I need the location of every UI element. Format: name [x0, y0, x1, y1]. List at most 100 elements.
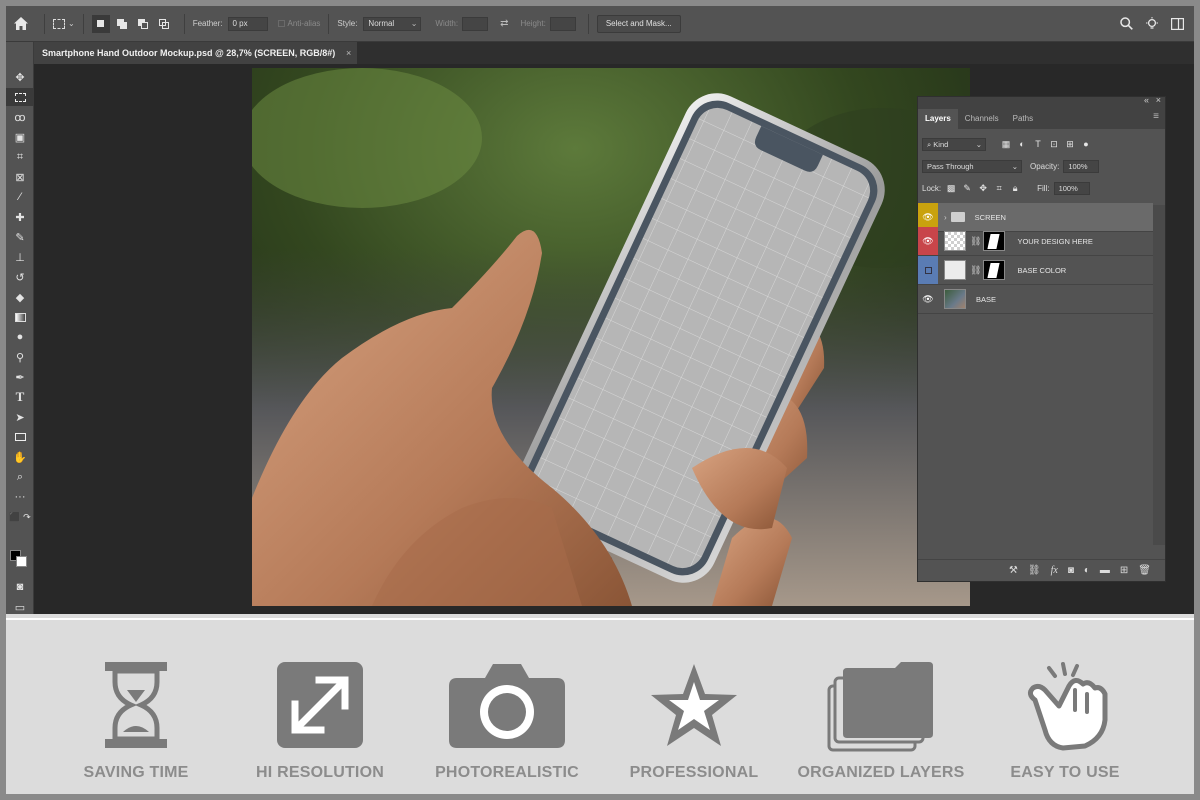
- lock-artboard-icon[interactable]: ⌗: [993, 183, 1005, 194]
- layer-row-your-design-here[interactable]: 👁︎ ⛓︎ YOUR DESIGN HERE: [918, 227, 1153, 256]
- layer-list: 👁︎ › SCREEN 👁︎ ⛓︎ YOUR DESIGN HERE ⛓︎ BA…: [918, 203, 1154, 314]
- subtract-from-selection-button[interactable]: [134, 15, 152, 33]
- home-icon[interactable]: [6, 17, 36, 30]
- search-icon: ⌕: [927, 139, 932, 149]
- marquee-tool-preset-icon[interactable]: ⌄: [53, 18, 75, 29]
- filter-toggle-icon[interactable]: ●: [1080, 139, 1092, 149]
- lock-image-icon[interactable]: ✎: [961, 183, 973, 194]
- layer-mask-thumbnail[interactable]: [983, 260, 1006, 280]
- default-colors-icon[interactable]: ⬛ ↷: [6, 508, 34, 526]
- visibility-toggle[interactable]: [918, 256, 938, 284]
- brush-tool-icon[interactable]: ✎: [6, 228, 34, 246]
- lock-transparent-icon[interactable]: ▩: [945, 183, 957, 194]
- fx-icon[interactable]: fx: [1051, 565, 1058, 576]
- chevron-right-icon[interactable]: ›: [944, 213, 947, 222]
- new-layer-icon[interactable]: ⊞: [1120, 565, 1128, 576]
- tab-paths[interactable]: Paths: [1006, 109, 1040, 129]
- close-panel-icon[interactable]: ×: [1156, 95, 1161, 105]
- add-mask-icon[interactable]: ◙: [1068, 565, 1074, 576]
- trash-icon[interactable]: 🗑︎: [1138, 565, 1151, 576]
- hourglass-icon: [105, 662, 167, 748]
- anti-alias-checkbox[interactable]: Anti-alias: [277, 19, 320, 28]
- panel-menu-icon[interactable]: ≡: [1153, 111, 1159, 122]
- filter-kind-select[interactable]: ⌕ Kind ⌄: [922, 137, 986, 151]
- move-tool-icon[interactable]: ✥: [6, 68, 34, 86]
- lightbulb-icon[interactable]: [1145, 16, 1159, 31]
- adjustment-layer-icon[interactable]: ◐: [1084, 565, 1090, 576]
- feather-input[interactable]: 0 px: [227, 16, 268, 31]
- layer-name: YOUR DESIGN HERE: [1017, 236, 1093, 246]
- frame-tool-icon[interactable]: ⊠: [6, 168, 34, 186]
- stacked-folders-icon: [827, 662, 933, 752]
- tab-layers[interactable]: Layers: [918, 109, 958, 129]
- select-and-mask-button[interactable]: Select and Mask...: [596, 14, 681, 33]
- tab-channels[interactable]: Channels: [958, 109, 1006, 129]
- fill-input[interactable]: 100%: [1053, 181, 1090, 195]
- zoom-tool-icon[interactable]: ⌕: [6, 468, 34, 486]
- blur-tool-icon[interactable]: ●: [6, 328, 34, 346]
- visibility-eye-icon[interactable]: 👁︎: [918, 285, 938, 313]
- layer-row-base[interactable]: 👁︎ BASE: [918, 285, 1153, 314]
- background-color-swatch[interactable]: [16, 556, 27, 567]
- filter-adjustment-icon[interactable]: ◐: [1016, 139, 1028, 149]
- path-selection-tool-icon[interactable]: ➤: [6, 408, 34, 426]
- layer-row-base-color[interactable]: ⛓︎ BASE COLOR: [918, 256, 1153, 285]
- add-to-selection-button[interactable]: [113, 15, 131, 33]
- link-layers-icon[interactable]: ⛓︎: [1028, 565, 1041, 576]
- style-select[interactable]: Normal ⌄: [363, 16, 422, 31]
- hand-tool-icon[interactable]: ✋: [6, 448, 34, 466]
- dodge-tool-icon[interactable]: ⚲: [6, 348, 34, 366]
- intersect-selection-button[interactable]: [155, 15, 173, 33]
- rectangle-tool-icon[interactable]: [6, 428, 34, 446]
- width-input[interactable]: [462, 16, 489, 31]
- lock-label: Lock:: [922, 183, 942, 193]
- filter-type-icon[interactable]: T: [1032, 139, 1044, 149]
- marquee-tool-icon[interactable]: [6, 88, 34, 106]
- more-tools-icon[interactable]: ···: [6, 488, 34, 506]
- mockup-photo: [252, 68, 970, 606]
- feature-label: EASY TO USE: [1010, 764, 1120, 781]
- screen-mode-icon[interactable]: ▭: [6, 598, 34, 616]
- layer-thumbnail: [944, 289, 966, 309]
- lock-all-icon[interactable]: 🔒︎: [1009, 183, 1021, 194]
- feature-easy-to-use: EASY TO USE: [980, 660, 1150, 790]
- document-canvas[interactable]: [252, 68, 970, 606]
- history-brush-tool-icon[interactable]: ↺: [6, 268, 34, 286]
- feature-label: PHOTOREALISTIC: [435, 764, 579, 781]
- swap-width-height-icon[interactable]: ⇄: [500, 18, 508, 29]
- document-tab[interactable]: Smartphone Hand Outdoor Mockup.psd @ 28,…: [34, 42, 358, 64]
- collapse-panel-icon[interactable]: «: [1144, 95, 1149, 105]
- blend-mode-select[interactable]: Pass Through ⌄: [922, 159, 1022, 173]
- new-group-icon[interactable]: ▬: [1100, 565, 1110, 576]
- eraser-tool-icon[interactable]: ◆: [6, 288, 34, 306]
- crop-tool-icon[interactable]: ⌗: [6, 148, 34, 166]
- feather-label: Feather:: [192, 19, 223, 28]
- filter-smart-object-icon[interactable]: ⊞: [1064, 139, 1076, 150]
- chevron-down-icon: ⌄: [975, 139, 982, 149]
- filter-pixel-icon[interactable]: ▦: [1000, 139, 1012, 150]
- gradient-tool-icon[interactable]: [6, 308, 34, 326]
- lock-position-icon[interactable]: ✥: [977, 183, 989, 194]
- lasso-tool-icon[interactable]: ꝏ: [6, 108, 34, 126]
- workspace-icon[interactable]: [1171, 17, 1184, 30]
- object-selection-tool-icon[interactable]: ▣: [6, 128, 34, 146]
- clone-stamp-tool-icon[interactable]: ⊥: [6, 248, 34, 266]
- scrollbar[interactable]: [1153, 205, 1165, 545]
- quick-mask-icon[interactable]: ◙: [6, 578, 34, 596]
- type-tool-icon[interactable]: T: [6, 388, 34, 406]
- healing-brush-tool-icon[interactable]: ✚: [6, 208, 34, 226]
- opacity-input[interactable]: 100%: [1063, 159, 1100, 173]
- visibility-eye-icon[interactable]: 👁︎: [918, 227, 938, 255]
- brush-link-icon[interactable]: ⚒: [1009, 565, 1018, 576]
- filter-shape-icon[interactable]: ⊡: [1048, 139, 1060, 150]
- folder-icon: [950, 212, 965, 222]
- search-icon[interactable]: [1120, 17, 1133, 30]
- width-label: Width:: [435, 19, 459, 28]
- pen-tool-icon[interactable]: ✒: [6, 368, 34, 386]
- close-icon[interactable]: ×: [346, 42, 351, 64]
- layer-mask-thumbnail[interactable]: [983, 231, 1006, 251]
- layers-panel: « × Layers Channels Paths ≡ ⌕ Kind ⌄ ▦ ◐…: [917, 95, 1166, 582]
- eyedropper-tool-icon[interactable]: ⁄: [6, 188, 34, 206]
- height-input[interactable]: [549, 16, 576, 31]
- new-selection-button[interactable]: [91, 14, 110, 33]
